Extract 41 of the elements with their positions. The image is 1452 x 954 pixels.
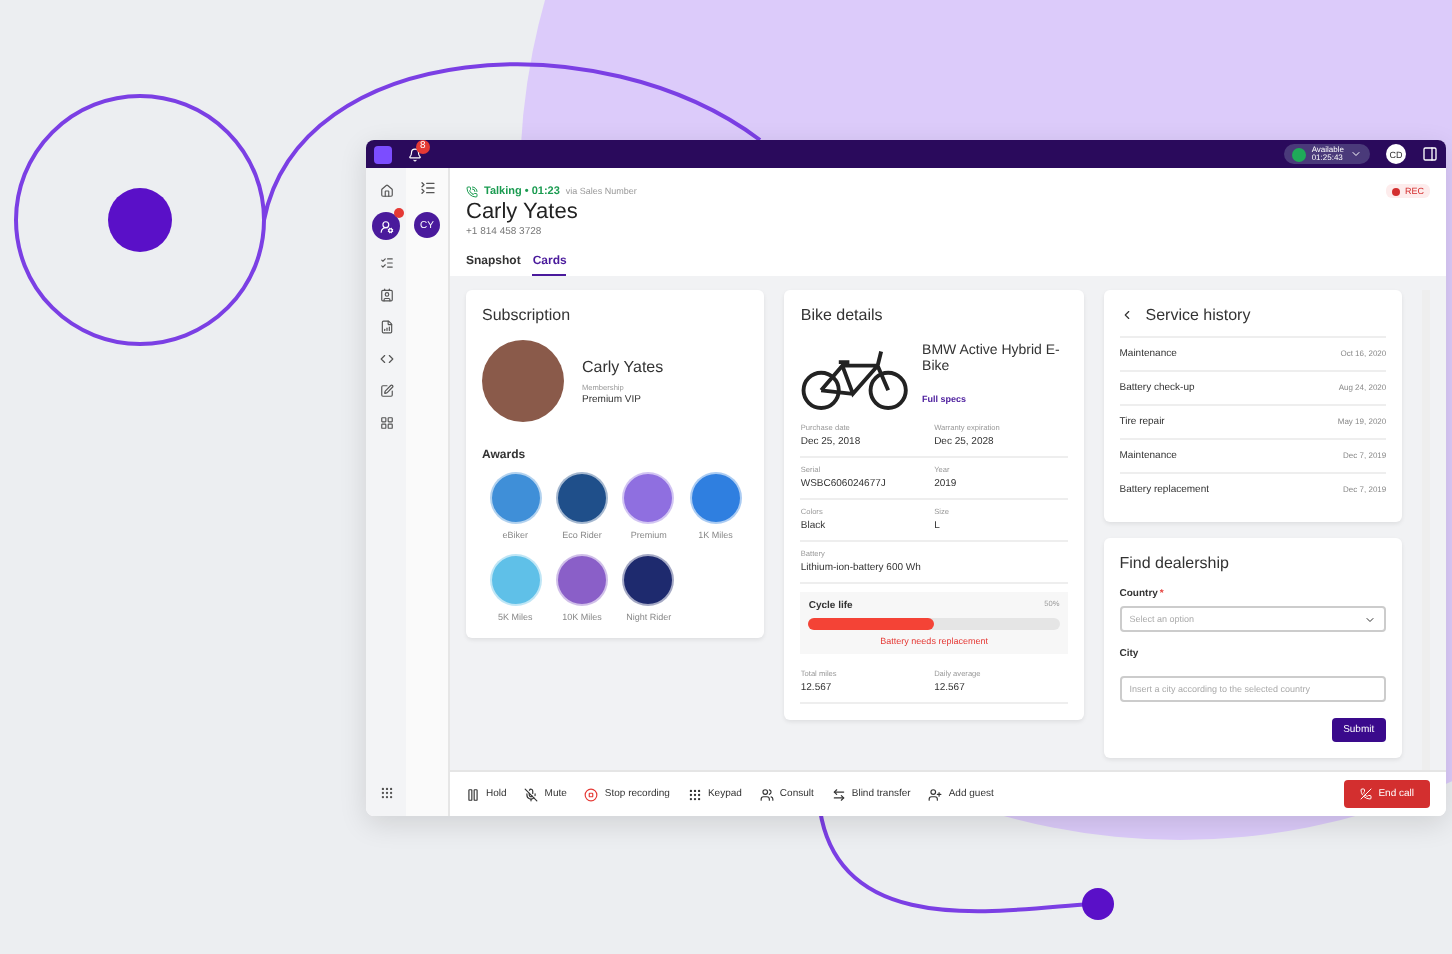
nav-button[interactable]	[372, 212, 400, 240]
photo-placeholder	[482, 340, 564, 422]
transfer-icon	[831, 787, 846, 801]
checklist-icon	[379, 255, 393, 269]
card-title: Bike details	[800, 306, 885, 324]
phone-icon	[466, 185, 478, 197]
chevron-down-icon	[1350, 148, 1362, 160]
back-icon[interactable]	[1119, 308, 1134, 322]
status-dot	[1291, 147, 1306, 161]
home-icon	[379, 183, 393, 197]
member-name: Carly Yates	[582, 357, 664, 375]
card-title: Subscription	[482, 306, 573, 324]
decorative-dot	[1082, 888, 1114, 920]
nav-button[interactable]	[376, 380, 396, 400]
chevron-down-icon	[1364, 613, 1377, 625]
collapse-list-icon[interactable]	[419, 180, 435, 196]
stop-icon	[584, 787, 599, 801]
hang-up-icon	[1360, 788, 1373, 800]
edit-icon	[379, 383, 393, 397]
agent-icon	[379, 219, 393, 233]
apps-grid-icon[interactable]	[379, 786, 393, 800]
nav-button[interactable]	[376, 412, 396, 432]
nav-button[interactable]	[376, 180, 396, 200]
code-icon	[379, 351, 393, 365]
bell-icon[interactable]	[408, 147, 422, 161]
contact-card-icon	[379, 287, 393, 301]
grid-icon	[379, 415, 393, 429]
report-icon	[379, 319, 393, 333]
nav-button[interactable]	[376, 316, 396, 336]
people-icon	[759, 787, 774, 801]
logo-icon	[374, 145, 392, 163]
mic-off-icon	[524, 787, 539, 801]
card-title: Find dealership	[1119, 554, 1231, 572]
panel-icon[interactable]	[1422, 146, 1438, 162]
nav-button[interactable]	[376, 284, 396, 304]
pause-icon	[466, 787, 480, 801]
decorative-dot	[108, 188, 172, 252]
card-title: Service history	[1145, 306, 1251, 324]
add-user-icon	[928, 787, 943, 801]
keypad-icon	[687, 787, 702, 801]
caller-name: Carly Yates	[466, 200, 580, 224]
